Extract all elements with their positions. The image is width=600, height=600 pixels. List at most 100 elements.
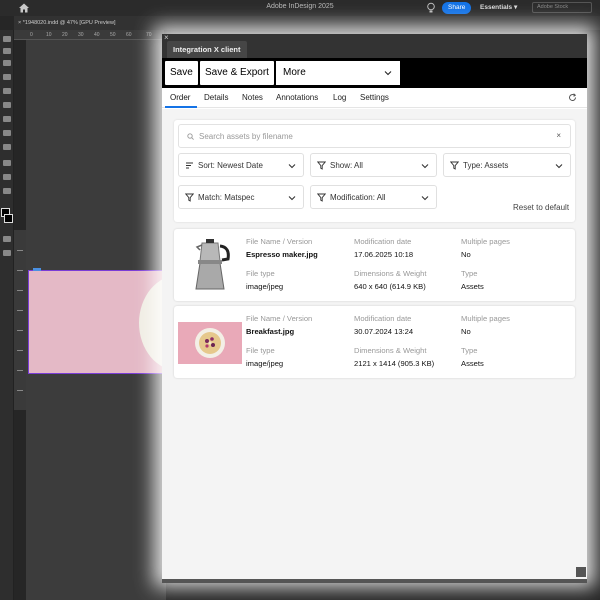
modification-date-label: Modification date: [354, 314, 412, 323]
multiple-pages-value: No: [461, 250, 471, 259]
tools-panel: [0, 30, 14, 600]
tab-order[interactable]: Order: [170, 93, 190, 102]
tab-settings[interactable]: Settings: [360, 93, 389, 102]
file-type-value: image/jpeg: [246, 359, 284, 368]
rectangle-frame-tool-icon[interactable]: [3, 116, 11, 122]
asset-thumbnail: [178, 233, 242, 297]
app-bar: Adobe InDesign 2025 Share Essentials ▾ A…: [0, 0, 600, 16]
active-tab-indicator: [165, 106, 197, 108]
panel-scrollbar[interactable]: [162, 579, 587, 583]
reset-to-default-link[interactable]: Reset to default: [513, 203, 569, 212]
multiple-pages-label: Multiple pages: [461, 237, 510, 246]
dimensions-column: Dimensions & Weight 640 x 640 (614.9 KB): [354, 269, 426, 293]
file-type-label: File type: [246, 346, 275, 355]
zoom-tool-icon[interactable]: [3, 188, 11, 194]
panel-title[interactable]: Integration X client: [167, 41, 247, 58]
ruler-tick: 70: [146, 32, 152, 38]
panel-tabs: Order Details Notes Annotations Log Sett…: [162, 88, 587, 108]
horizontal-ruler: 0 10 20 30 40 50 60 70: [14, 30, 164, 40]
file-type-label: File type: [246, 269, 275, 278]
asset-card[interactable]: File Name / Version Breakfast.jpg Modifi…: [174, 306, 575, 378]
ruler-mark: [17, 350, 23, 351]
file-type-value: image/jpeg: [246, 282, 284, 291]
modification-date-label: Modification date: [354, 237, 412, 246]
sort-dropdown[interactable]: Sort: Newest Date: [178, 153, 304, 177]
search-box[interactable]: ×: [178, 124, 571, 148]
search-icon: [187, 133, 194, 140]
show-label: Show: All: [330, 161, 363, 170]
ruler-mark: [17, 390, 23, 391]
ruler-mark: [17, 310, 23, 311]
ruler-mark: [17, 290, 23, 291]
order-content: × Sort: Newest Date Show: All Type: Asse…: [162, 109, 587, 579]
dimensions-value: 640 x 640 (614.9 KB): [354, 282, 426, 291]
dimensions-value: 2121 x 1414 (905.3 KB): [354, 359, 435, 368]
tab-details[interactable]: Details: [204, 93, 228, 102]
match-dropdown[interactable]: Match: Matspec: [178, 185, 304, 209]
ruler-tick: 20: [62, 32, 68, 38]
panel-toolbar: Save Save & Export More: [162, 58, 587, 88]
type-label: Type: Assets: [463, 161, 509, 170]
multiple-pages-column: Multiple pages No: [461, 314, 510, 338]
pen-tool-icon[interactable]: [3, 102, 11, 108]
vertical-ruler: [14, 230, 26, 410]
show-dropdown[interactable]: Show: All: [310, 153, 437, 177]
document-page[interactable]: [28, 270, 168, 374]
search-input[interactable]: [199, 129, 539, 144]
type-tool-icon[interactable]: [3, 74, 11, 80]
multiple-pages-column: Multiple pages No: [461, 237, 510, 261]
stroke-swatch[interactable]: [4, 214, 13, 223]
more-dropdown[interactable]: More: [276, 61, 400, 85]
line-tool-icon[interactable]: [3, 88, 11, 94]
sort-label: Sort: Newest Date: [198, 161, 263, 170]
filter-icon: [317, 193, 326, 202]
chevron-down-icon: [384, 71, 392, 76]
modification-date-value: 30.07.2024 13:24: [354, 327, 414, 336]
selection-tool-icon[interactable]: [3, 36, 11, 42]
lightbulb-icon[interactable]: [426, 2, 436, 14]
match-label: Match: Matspec: [198, 193, 255, 202]
share-button[interactable]: Share: [442, 2, 472, 14]
screen-mode-icon[interactable]: [3, 250, 11, 256]
file-name-value: Breakfast.jpg: [246, 327, 295, 336]
sort-icon: [186, 162, 193, 169]
tab-annotations[interactable]: Annotations: [276, 93, 318, 102]
page-tool-icon[interactable]: [3, 60, 11, 66]
free-transform-tool-icon[interactable]: [3, 144, 11, 150]
ruler-mark: [17, 270, 23, 271]
modification-dropdown[interactable]: Modification: All: [310, 185, 437, 209]
ruler-mark: [17, 330, 23, 331]
refresh-icon[interactable]: [568, 93, 577, 102]
resize-handle[interactable]: [576, 567, 586, 577]
more-label: More: [283, 67, 306, 78]
type-value: Assets: [461, 359, 484, 368]
save-button[interactable]: Save: [165, 61, 198, 85]
ruler-mark: [17, 250, 23, 251]
clear-search-icon[interactable]: ×: [556, 131, 561, 140]
panel-titlebar: × Integration X client: [162, 33, 587, 58]
document-tab[interactable]: × *1948020.indd @ 47% [GPU Preview]: [18, 18, 115, 28]
dimensions-column: Dimensions & Weight 2121 x 1414 (905.3 K…: [354, 346, 434, 370]
asset-card[interactable]: File Name / Version Espresso maker.jpg M…: [174, 229, 575, 301]
chevron-down-icon: [288, 164, 296, 169]
multiple-pages-label: Multiple pages: [461, 314, 510, 323]
apply-color-icon[interactable]: [3, 236, 11, 242]
type-value: Assets: [461, 282, 484, 291]
file-name-column: File Name / Version Espresso maker.jpg: [246, 237, 318, 261]
ruler-tick: 0: [30, 32, 33, 38]
direct-selection-tool-icon[interactable]: [3, 48, 11, 54]
workspace-switcher[interactable]: Essentials ▾: [480, 3, 517, 11]
tab-log[interactable]: Log: [333, 93, 346, 102]
ruler-tick: 30: [78, 32, 84, 38]
modification-date-column: Modification date 17.06.2025 10:18: [354, 237, 413, 261]
save-export-button[interactable]: Save & Export: [200, 61, 274, 85]
adobe-stock-search[interactable]: Adobe Stock: [532, 2, 592, 13]
hand-tool-icon[interactable]: [3, 174, 11, 180]
workspace-label: Essentials: [480, 4, 513, 11]
dimensions-label: Dimensions & Weight: [354, 269, 427, 278]
eyedropper-tool-icon[interactable]: [3, 160, 11, 166]
type-dropdown[interactable]: Type: Assets: [443, 153, 571, 177]
scissors-tool-icon[interactable]: [3, 130, 11, 136]
tab-notes[interactable]: Notes: [242, 93, 263, 102]
modification-label: Modification: All: [330, 193, 386, 202]
